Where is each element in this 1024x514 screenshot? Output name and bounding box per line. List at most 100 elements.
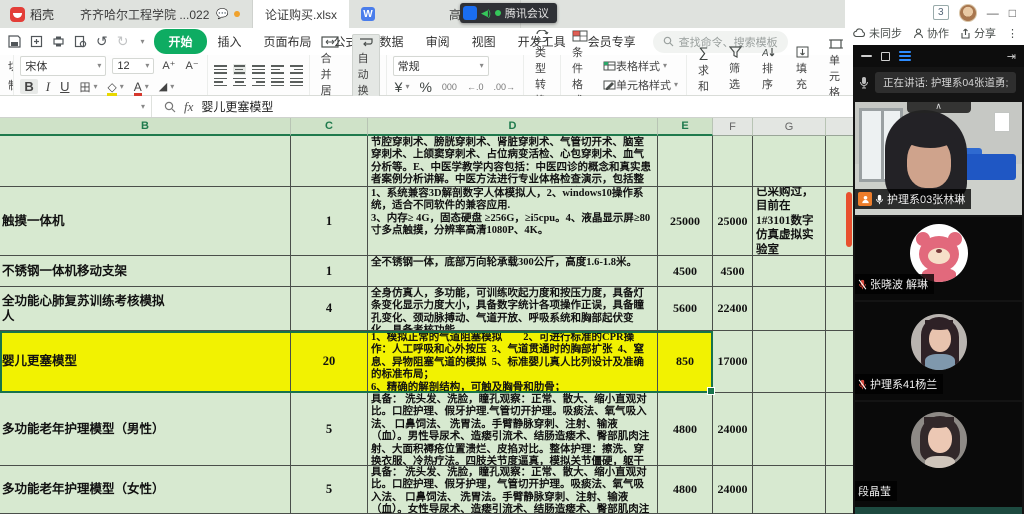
meeting-minimize-icon[interactable] (861, 55, 872, 57)
cell-total-price[interactable]: 25000 (713, 187, 753, 256)
cell-item-name[interactable]: 多功能老年护理模型（男性） (0, 393, 291, 466)
formula-value[interactable]: 婴儿更塞模型 (201, 98, 273, 115)
cell-unit-price[interactable]: 850 (658, 331, 713, 393)
table-style-button[interactable]: 表格样式▾ (601, 58, 680, 74)
cell-note[interactable] (753, 256, 826, 287)
menu-page-layout[interactable]: 页面布局 (253, 29, 323, 54)
cell-description[interactable]: 1、系统兼容3D解剖数字人体模拟人，2、windows10操作系统，适合不同软件… (368, 187, 658, 256)
cell-note[interactable] (753, 393, 826, 466)
cell-total-price[interactable]: 24000 (713, 466, 753, 514)
share-button[interactable]: 分享 (960, 25, 996, 41)
vertical-scrollbar-thumb[interactable] (846, 192, 852, 247)
distribute-icon[interactable] (290, 78, 303, 87)
cell-description[interactable]: 1、模拟正常的气道阻塞模拟 2、可进行标准的CPR操作：人工呼吸和心外按压 3、… (368, 331, 658, 393)
increase-decimal-button[interactable]: ←.0 (465, 82, 486, 92)
zoom-formula-icon[interactable] (164, 101, 176, 113)
cell-quantity[interactable]: 4 (291, 287, 368, 331)
font-color-button[interactable]: A▾ (132, 81, 151, 93)
save-icon[interactable] (8, 35, 21, 48)
cell-item-name[interactable]: 触摸一体机 (0, 187, 291, 256)
maximize-window-icon[interactable]: □ (1009, 8, 1016, 18)
cell-item-name[interactable]: 全功能心肺复苏训练考核模拟人 (0, 287, 291, 331)
cell-item-name[interactable]: 婴儿更塞模型 (0, 331, 291, 393)
video-tile-participant-2[interactable]: 张晓波 解琳 (855, 217, 1022, 300)
cell-unit-price[interactable]: 25000 (658, 187, 713, 256)
font-name-select[interactable]: 宋体▾ (20, 56, 106, 76)
cell-description[interactable]: 全不锈钢一体，底部万向轮承载300公斤，高度1.6-1.8米。 (368, 256, 658, 287)
menu-review[interactable]: 审阅 (415, 29, 461, 54)
cell-unit-price[interactable] (658, 136, 713, 187)
fill-color-button[interactable]: ◇▾ (105, 81, 125, 93)
cell-total-price[interactable]: 24000 (713, 393, 753, 466)
decrease-font-icon[interactable]: A⁻ (184, 59, 201, 72)
column-header-G[interactable]: G (753, 118, 826, 136)
column-header-B[interactable]: B (0, 118, 291, 136)
cut-button[interactable]: 切 (6, 58, 14, 74)
cell-note[interactable] (753, 331, 826, 393)
meeting-list-view-icon[interactable] (899, 51, 911, 62)
align-bottom-icon[interactable] (252, 65, 265, 74)
decrease-decimal-button[interactable]: .00→ (491, 82, 517, 92)
menu-view[interactable]: 视图 (461, 29, 507, 54)
cell-unit-price[interactable]: 4800 (658, 393, 713, 466)
eraser-button[interactable]: ◢▾ (157, 80, 176, 93)
borders-button[interactable]: 田▾ (77, 79, 99, 95)
cell-total-price[interactable] (713, 136, 753, 187)
video-tile-participant-4[interactable]: 段晶莹 (855, 402, 1022, 507)
currency-format-button[interactable]: ¥▾ (393, 79, 412, 95)
meeting-window-icon[interactable] (881, 52, 890, 61)
cell-total-price[interactable]: 22400 (713, 287, 753, 331)
fx-icon[interactable]: fx (184, 99, 193, 115)
cell-quantity[interactable]: 5 (291, 466, 368, 514)
print-preview-icon[interactable] (74, 35, 87, 48)
column-header-E[interactable]: E (658, 118, 713, 136)
column-header-D[interactable]: D (368, 118, 658, 136)
align-top-icon[interactable] (214, 65, 227, 74)
decrease-indent-icon[interactable] (271, 65, 284, 74)
cell-description[interactable]: 具备： 洗头发、洗脸，瞳孔观察：正常、散大、缩小直观对比。口腔护理、假牙护理，气… (368, 466, 658, 514)
increase-indent-icon[interactable] (290, 65, 303, 74)
daoke-tab[interactable]: 稻壳 (0, 0, 68, 28)
cell-note[interactable]: 已采购过，目前在1#3101数字仿真虚拟实验室 (753, 187, 826, 256)
cell-quantity[interactable]: 20 (291, 331, 368, 393)
cell-item-name[interactable] (0, 136, 291, 187)
cell-filler[interactable] (826, 466, 855, 514)
copy-button[interactable]: 制 - (6, 77, 14, 93)
cell-note[interactable] (753, 136, 826, 187)
minimize-window-icon[interactable]: — (987, 8, 999, 18)
cell-style-button[interactable]: 单元格样式▾ (601, 77, 680, 93)
menu-insert[interactable]: 插入 (207, 29, 253, 54)
align-right-icon[interactable] (252, 78, 265, 87)
video-tile-participant-1[interactable]: ∧ 护理系03张林琳 (855, 102, 1022, 215)
cell-unit-price[interactable]: 4800 (658, 466, 713, 514)
italic-button[interactable]: I (44, 79, 52, 95)
print-icon[interactable] (52, 35, 65, 48)
underline-button[interactable]: U (58, 79, 71, 94)
meeting-expand-icon[interactable]: ⇥ (1007, 50, 1016, 63)
percent-format-button[interactable]: % (417, 79, 433, 95)
user-avatar[interactable] (959, 4, 977, 22)
align-middle-icon[interactable] (233, 64, 246, 75)
cell-unit-price[interactable]: 4500 (658, 256, 713, 287)
cell-quantity[interactable]: 1 (291, 187, 368, 256)
sync-status-button[interactable]: 未同步 (853, 25, 902, 41)
video-tile-participant-3[interactable]: 护理系41杨兰 (855, 302, 1022, 400)
cell-description[interactable]: 全身仿真人，多功能，可训练吹起力度和按压力度，具备灯条变化显示力度大小，具备数字… (368, 287, 658, 331)
undo-icon[interactable]: ↺ (96, 33, 108, 50)
cell-unit-price[interactable]: 5600 (658, 287, 713, 331)
spreadsheet-grid[interactable]: BCDEFG 节腔穿刺术、膀胱穿刺术、肾脏穿刺术、气管切开术、脑室穿刺术、上颌窦… (0, 118, 855, 514)
pages-badge[interactable]: 3 (933, 5, 949, 20)
font-size-select[interactable]: 12▾ (112, 58, 154, 74)
collaborate-button[interactable]: 协作 (913, 25, 949, 41)
cell-quantity[interactable]: 5 (291, 393, 368, 466)
tab-file-1[interactable]: S 齐齐哈尔工程学院 ...022-01-05 💬 (68, 0, 253, 28)
cell-filler[interactable] (826, 331, 855, 393)
menu-home[interactable]: 开始 (154, 29, 206, 54)
column-header-C[interactable]: C (291, 118, 368, 136)
increase-font-icon[interactable]: A⁺ (160, 59, 177, 72)
bold-button[interactable]: B (20, 79, 37, 94)
column-header-F[interactable]: F (713, 118, 753, 136)
tencent-meeting-mini-bar[interactable]: ◀) 腾讯会议 (460, 3, 557, 23)
cell-note[interactable] (753, 287, 826, 331)
cell-item-name[interactable]: 多功能老年护理模型（女性） (0, 466, 291, 514)
